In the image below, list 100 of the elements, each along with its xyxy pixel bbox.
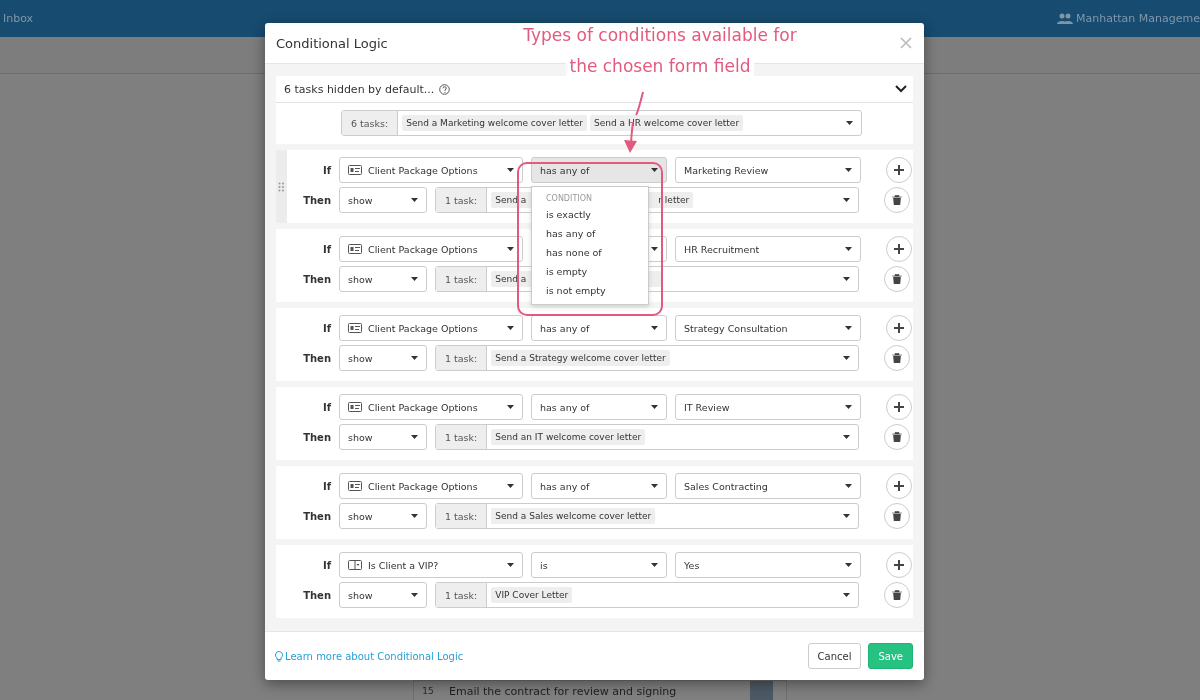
menu-item[interactable]: has any of — [532, 224, 648, 243]
value-select[interactable]: HR Recruitment — [675, 236, 861, 262]
caret-icon — [843, 593, 850, 597]
add-button[interactable] — [886, 394, 912, 420]
value-select[interactable]: IT Review — [675, 394, 861, 420]
menu-item[interactable]: is not empty — [532, 281, 648, 300]
condition-select[interactable]: has any of — [531, 394, 667, 420]
caret-icon — [845, 484, 852, 488]
field-select[interactable]: Client Package Options — [339, 315, 523, 341]
condition-select[interactable]: is — [531, 552, 667, 578]
caret-icon — [843, 198, 850, 202]
caret-icon — [651, 326, 658, 330]
value-select[interactable]: Yes — [675, 552, 861, 578]
delete-button[interactable] — [884, 266, 910, 292]
caret-icon — [411, 593, 418, 597]
task-title: Email the contract for review and signing — [448, 684, 678, 698]
delete-button[interactable] — [884, 424, 910, 450]
trash-icon — [892, 511, 902, 521]
field-select[interactable]: Client Package Options — [339, 394, 523, 420]
panel-heading: 6 tasks hidden by default... — [284, 82, 435, 96]
action-select[interactable]: show — [339, 345, 427, 371]
task-tag: Send a — [495, 274, 527, 284]
delete-button[interactable] — [884, 187, 910, 213]
condition-select[interactable]: has any of — [531, 157, 667, 183]
value-select[interactable]: Marketing Review — [675, 157, 861, 183]
caret-icon — [411, 435, 418, 439]
caret-icon — [845, 326, 852, 330]
condition-select[interactable]: has any of — [531, 315, 667, 341]
menu-item[interactable]: is empty — [532, 262, 648, 281]
annotation-text: the chosen form field — [566, 56, 754, 76]
row-number: 15 — [421, 686, 435, 696]
dialog-title: Conditional Logic — [276, 35, 388, 51]
field-select[interactable]: Client Package Options — [339, 236, 523, 262]
caret-icon — [651, 247, 658, 251]
task-count-label: 1 task: — [436, 267, 488, 291]
chevron-icon[interactable] — [895, 85, 907, 93]
caret-icon — [843, 514, 850, 518]
card-icon — [348, 481, 362, 491]
delete-button[interactable] — [884, 582, 910, 608]
caret-icon — [846, 121, 853, 125]
condition-select[interactable]: has any of — [531, 473, 667, 499]
caret-icon — [843, 356, 850, 360]
caret-icon — [845, 563, 852, 567]
value-select[interactable]: Strategy Consultation — [675, 315, 861, 341]
caret-icon — [845, 168, 852, 172]
plus-icon — [894, 165, 904, 175]
task-count-label: 1 task: — [436, 504, 488, 528]
if-label: If — [321, 164, 331, 176]
caret-icon — [411, 514, 418, 518]
action-select[interactable]: show — [339, 582, 427, 608]
add-button[interactable] — [886, 473, 912, 499]
action-select[interactable]: show — [339, 187, 427, 213]
trash-icon — [892, 590, 902, 600]
then-label: Then — [302, 194, 331, 206]
field-select[interactable]: Client Package Options — [339, 473, 523, 499]
if-label: If — [321, 401, 331, 413]
caret-icon — [651, 563, 658, 567]
caret-icon — [507, 484, 514, 488]
field-select[interactable]: Client Package Options — [339, 157, 523, 183]
drag-handle-icon[interactable] — [278, 181, 285, 192]
card-icon — [348, 402, 362, 412]
then-label: Then — [302, 510, 331, 522]
cancel-button[interactable]: Cancel — [807, 643, 862, 669]
add-button[interactable] — [886, 552, 912, 578]
card-icon — [348, 165, 362, 175]
avatar-placeholder — [750, 681, 773, 700]
task-select[interactable]: 1 task: Send an IT welcome cover letter — [435, 424, 859, 450]
plus-icon — [894, 244, 904, 254]
task-select[interactable]: 1 task: VIP Cover Letter — [435, 582, 859, 608]
action-select[interactable]: show — [339, 424, 427, 450]
plus-icon — [894, 402, 904, 412]
task-select[interactable]: 1 task: Send a Strategy welcome cover letter — [435, 345, 859, 371]
caret-icon — [507, 326, 514, 330]
add-button[interactable] — [886, 315, 912, 341]
task-tag: Send a — [495, 195, 527, 205]
caret-icon — [845, 247, 852, 251]
caret-icon — [651, 168, 658, 172]
menu-heading: CONDITION — [545, 193, 593, 205]
action-select[interactable]: show — [339, 503, 427, 529]
trash-icon — [892, 353, 902, 363]
card-icon — [348, 323, 362, 333]
caret-icon — [507, 405, 514, 409]
menu-item[interactable]: has none of — [532, 243, 648, 262]
value-select[interactable]: Sales Contracting — [675, 473, 861, 499]
delete-button[interactable] — [884, 345, 910, 371]
card-icon — [348, 244, 362, 254]
if-label: If — [321, 559, 331, 571]
add-button[interactable] — [886, 157, 912, 183]
add-button[interactable] — [886, 236, 912, 262]
then-label: Then — [302, 589, 331, 601]
caret-icon — [411, 356, 418, 360]
task-select[interactable]: 6 tasks: Send a Marketing welcome cover letter Send a HR welcome cover letter — [341, 110, 862, 136]
caret-icon — [651, 484, 658, 488]
users-icon — [1057, 13, 1074, 24]
plus-icon — [894, 323, 904, 333]
field-select[interactable]: Is Client a VIP? — [339, 552, 523, 578]
task-select[interactable]: 1 task: Send a Sales welcome cover letter — [435, 503, 859, 529]
delete-button[interactable] — [884, 503, 910, 529]
menu-item[interactable]: is exactly — [532, 205, 648, 224]
action-select[interactable]: show — [339, 266, 427, 292]
